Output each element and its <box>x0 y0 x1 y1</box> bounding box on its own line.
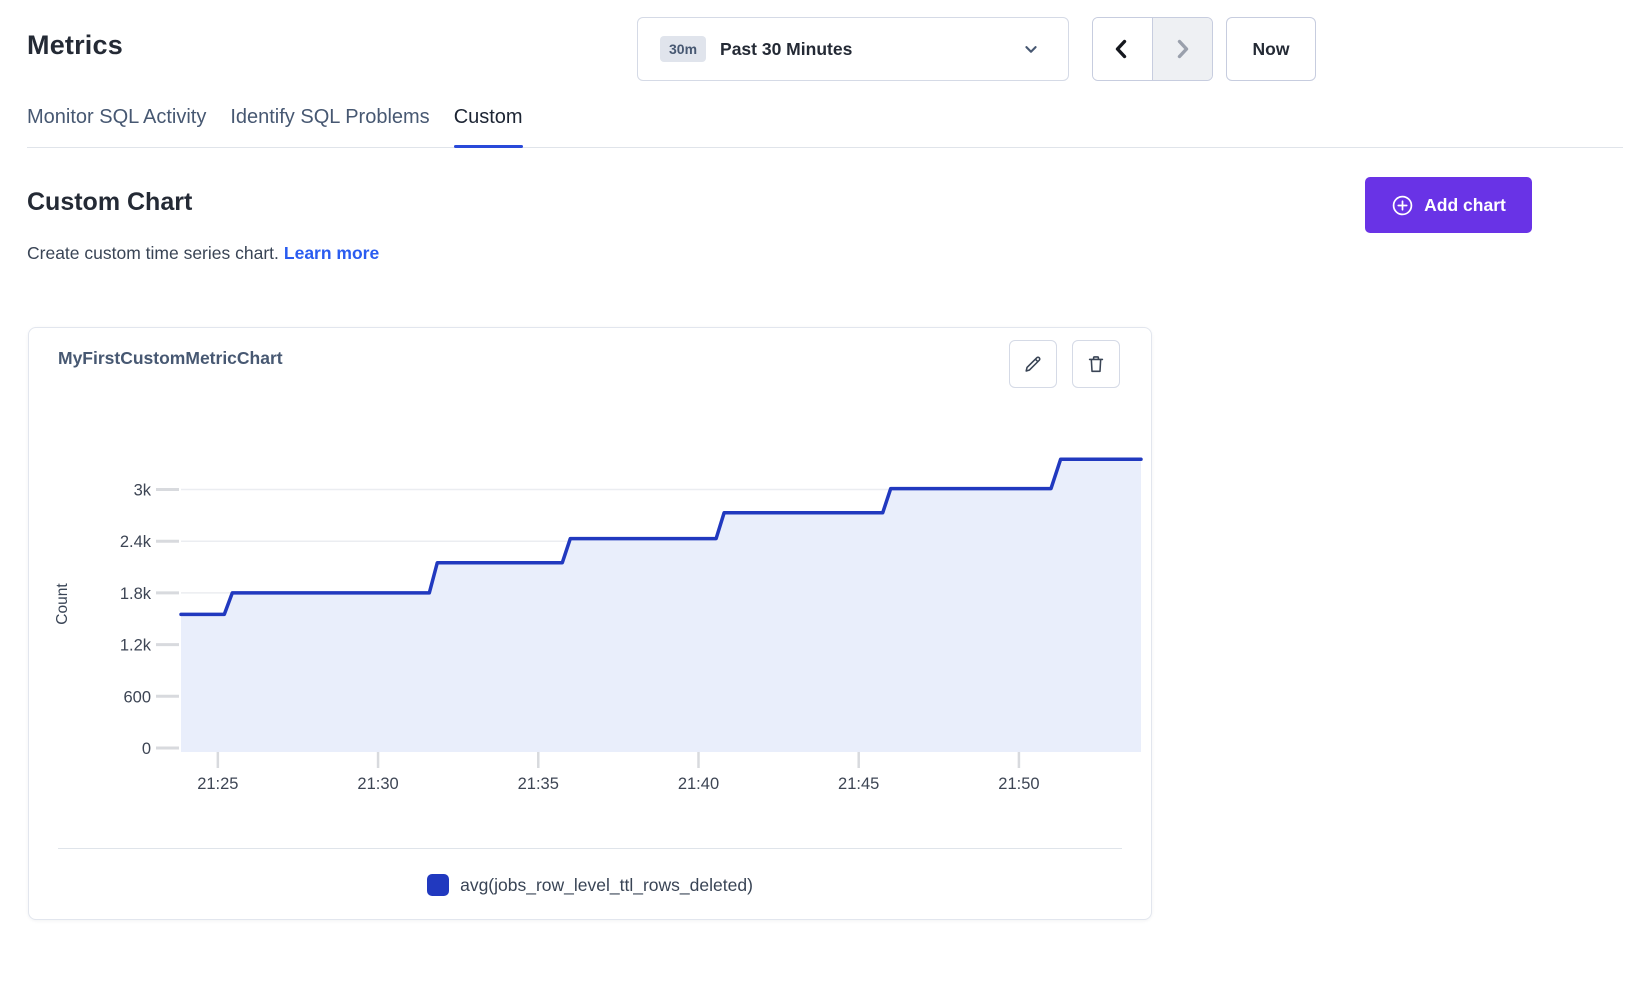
edit-chart-button[interactable] <box>1009 340 1057 388</box>
svg-text:0: 0 <box>142 740 151 758</box>
tab-monitor-sql-activity[interactable]: Monitor SQL Activity <box>27 102 206 147</box>
trash-icon <box>1085 353 1107 375</box>
section-description: Create custom time series chart.Learn mo… <box>27 243 379 264</box>
svg-text:2.4k: 2.4k <box>120 533 152 551</box>
chart-title: MyFirstCustomMetricChart <box>58 348 283 369</box>
svg-text:1.2k: 1.2k <box>120 637 152 655</box>
custom-chart-svg[interactable]: 0 600 1.2k 1.8k 2.4k 3k 21:25 21:30 21:35 21:40 21… <box>29 408 1153 808</box>
time-interval-arrows <box>1092 17 1213 81</box>
time-range-value: Past 30 Minutes <box>720 39 852 60</box>
legend-label: avg(jobs_row_level_ttl_rows_deleted) <box>460 875 753 896</box>
svg-text:1.8k: 1.8k <box>120 585 152 603</box>
chevron-right-icon <box>1170 37 1194 61</box>
svg-text:21:25: 21:25 <box>197 775 238 793</box>
chart-card: MyFirstCustomMetricChart 0 600 1.2k 1.8k 2.4… <box>28 327 1152 920</box>
learn-more-link[interactable]: Learn more <box>284 243 379 263</box>
svg-text:Count: Count <box>54 583 71 625</box>
now-button[interactable]: Now <box>1226 17 1316 81</box>
section-title: Custom Chart <box>27 188 192 217</box>
svg-text:21:50: 21:50 <box>998 775 1039 793</box>
chevron-left-icon <box>1110 37 1134 61</box>
chart-legend: avg(jobs_row_level_ttl_rows_deleted) <box>29 874 1151 896</box>
svg-text:21:30: 21:30 <box>357 775 398 793</box>
legend-swatch <box>427 874 449 896</box>
tab-identify-sql-problems[interactable]: Identify SQL Problems <box>230 102 429 147</box>
tab-bar: Monitor SQL Activity Identify SQL Proble… <box>27 102 1623 148</box>
add-chart-button[interactable]: Add chart <box>1365 177 1532 233</box>
plus-circle-icon <box>1391 194 1414 217</box>
tab-custom[interactable]: Custom <box>454 102 523 147</box>
add-chart-label: Add chart <box>1424 195 1506 216</box>
prev-interval-button[interactable] <box>1093 18 1153 80</box>
legend-separator <box>58 848 1122 849</box>
pencil-icon <box>1022 353 1044 375</box>
section-description-text: Create custom time series chart. <box>27 243 279 263</box>
svg-text:21:35: 21:35 <box>518 775 559 793</box>
next-interval-button[interactable] <box>1153 18 1213 80</box>
delete-chart-button[interactable] <box>1072 340 1120 388</box>
svg-text:600: 600 <box>123 688 151 706</box>
time-range-badge: 30m <box>660 36 706 62</box>
svg-text:21:40: 21:40 <box>678 775 719 793</box>
page-title: Metrics <box>27 30 123 61</box>
time-range-selector[interactable]: 30m Past 30 Minutes <box>637 17 1069 81</box>
chevron-down-icon <box>1020 38 1042 60</box>
svg-text:21:45: 21:45 <box>838 775 879 793</box>
svg-text:3k: 3k <box>134 482 152 500</box>
